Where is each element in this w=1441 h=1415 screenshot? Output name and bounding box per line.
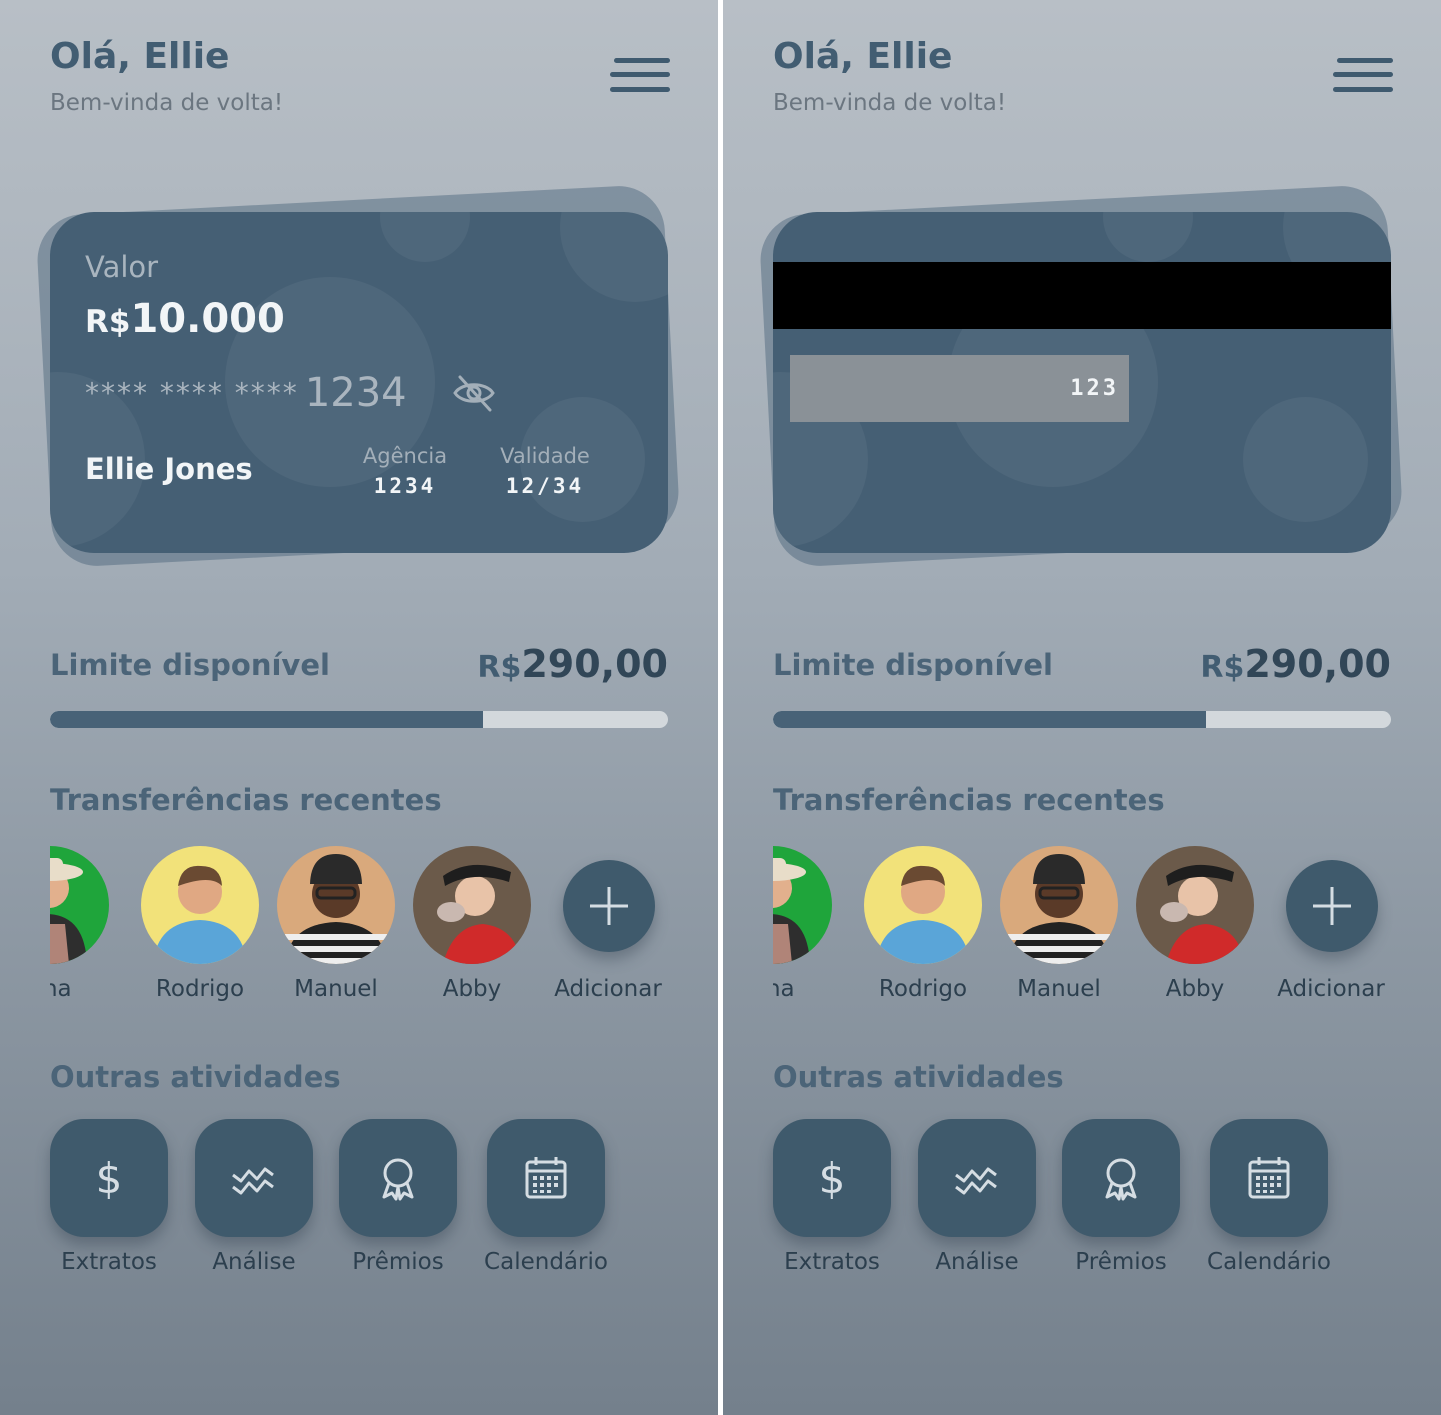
contact-name: Abby bbox=[442, 976, 502, 1002]
activity-label: Calendário bbox=[484, 1249, 608, 1275]
add-contact-label: Adicionar bbox=[1277, 976, 1385, 1002]
credit-card-back[interactable]: 123 bbox=[773, 212, 1391, 553]
avatar bbox=[773, 846, 832, 964]
activity-label: Extratos bbox=[784, 1249, 880, 1275]
contact-name: nna bbox=[773, 976, 795, 1002]
add-contact-label: Adicionar bbox=[554, 976, 662, 1002]
avatar bbox=[864, 846, 982, 964]
limit-progress-fill bbox=[50, 711, 483, 728]
avatar bbox=[1000, 846, 1118, 964]
limit-label: Limite disponível bbox=[773, 648, 1053, 682]
calendar-icon[interactable] bbox=[1210, 1119, 1328, 1237]
contact-name: Abby bbox=[1165, 976, 1225, 1002]
agency-block: Agência 1234 bbox=[350, 444, 460, 498]
calendar-icon[interactable] bbox=[487, 1119, 605, 1237]
contact-name: Manuel bbox=[294, 976, 378, 1002]
contact-manuel[interactable]: Manuel bbox=[989, 846, 1129, 1016]
agency-value: 1234 bbox=[373, 474, 437, 498]
activities-title: Outras atividades bbox=[50, 1060, 341, 1094]
transfers-title: Transferências recentes bbox=[50, 783, 442, 817]
chart-wave-icon[interactable] bbox=[195, 1119, 313, 1237]
greeting: Olá, Ellie bbox=[50, 36, 230, 77]
card-amount: R$10.000 bbox=[85, 296, 285, 342]
transfers-title: Transferências recentes bbox=[773, 783, 1165, 817]
greeting-subtitle: Bem-vinda de volta! bbox=[773, 90, 1007, 116]
limit-progress-bar bbox=[773, 711, 1391, 728]
validity-label: Validade bbox=[500, 444, 590, 468]
limit-progress-bar bbox=[50, 711, 668, 728]
activity-label: Análise bbox=[935, 1249, 1019, 1275]
greeting: Olá, Ellie bbox=[773, 36, 953, 77]
svg-text:$: $ bbox=[96, 1154, 123, 1203]
activities-grid: $ Extratos Análise Prêmios Calendário bbox=[773, 1119, 1413, 1289]
add-contact-button[interactable]: Adicionar bbox=[1261, 846, 1401, 1016]
card-holder-name: Ellie Jones bbox=[85, 452, 253, 486]
plus-icon[interactable] bbox=[1286, 860, 1378, 952]
contact-manuel[interactable]: Manuel bbox=[266, 846, 406, 1016]
validity-value: 12/34 bbox=[505, 474, 585, 498]
cvv-box: 123 bbox=[790, 355, 1129, 422]
activity-label: Calendário bbox=[1207, 1249, 1331, 1275]
activity-label: Extratos bbox=[61, 1249, 157, 1275]
limit-progress-fill bbox=[773, 711, 1206, 728]
menu-icon[interactable] bbox=[608, 58, 670, 98]
limit-label: Limite disponível bbox=[50, 648, 330, 682]
award-icon[interactable] bbox=[339, 1119, 457, 1237]
activity-label: Prêmios bbox=[352, 1249, 444, 1275]
activity-label: Análise bbox=[212, 1249, 296, 1275]
contact-anna[interactable]: nna bbox=[50, 846, 120, 1016]
add-contact-button[interactable]: Adicionar bbox=[538, 846, 678, 1016]
activities-grid: $ Extratos Análise Prêmios Calendário bbox=[50, 1119, 690, 1289]
credit-card-front[interactable]: Valor R$10.000 **** **** **** 1234 Ellie … bbox=[50, 212, 668, 553]
contact-name: nna bbox=[50, 976, 72, 1002]
limit-value: R$290,00 bbox=[477, 642, 668, 686]
validity-block: Validade 12/34 bbox=[490, 444, 600, 498]
contact-rodrigo[interactable]: Rodrigo bbox=[853, 846, 993, 1016]
avatar bbox=[277, 846, 395, 964]
chart-wave-icon[interactable] bbox=[918, 1119, 1036, 1237]
card-number: **** **** **** 1234 bbox=[85, 370, 407, 416]
plus-icon[interactable] bbox=[563, 860, 655, 952]
dollar-icon[interactable]: $ bbox=[50, 1119, 168, 1237]
activities-title: Outras atividades bbox=[773, 1060, 1064, 1094]
limit-value: R$290,00 bbox=[1200, 642, 1391, 686]
screen-card-front: Olá, Ellie Bem-vinda de volta! Valor R$1… bbox=[0, 0, 718, 1415]
greeting-subtitle: Bem-vinda de volta! bbox=[50, 90, 284, 116]
contact-name: Rodrigo bbox=[878, 976, 968, 1002]
card-value-label: Valor bbox=[85, 250, 159, 284]
avatar bbox=[141, 846, 259, 964]
eye-off-icon[interactable] bbox=[452, 374, 496, 412]
activity-label: Prêmios bbox=[1075, 1249, 1167, 1275]
contact-abby[interactable]: Abby bbox=[1125, 846, 1265, 1016]
contact-name: Rodrigo bbox=[155, 976, 245, 1002]
magnetic-stripe bbox=[773, 262, 1391, 329]
svg-text:$: $ bbox=[819, 1154, 846, 1203]
avatar bbox=[1136, 846, 1254, 964]
award-icon[interactable] bbox=[1062, 1119, 1180, 1237]
avatar bbox=[50, 846, 109, 964]
contact-name: Manuel bbox=[1017, 976, 1101, 1002]
menu-icon[interactable] bbox=[1331, 58, 1393, 98]
avatar bbox=[413, 846, 531, 964]
agency-label: Agência bbox=[362, 444, 448, 468]
contacts-carousel[interactable]: nna Rodrigo Manuel Abby Adicionar bbox=[50, 846, 680, 1016]
contacts-carousel[interactable]: nna Rodrigo Manuel Abby Adicionar bbox=[773, 846, 1403, 1016]
screen-card-back: Olá, Ellie Bem-vinda de volta! 123 Limit… bbox=[723, 0, 1441, 1415]
contact-anna[interactable]: nna bbox=[773, 846, 843, 1016]
contact-rodrigo[interactable]: Rodrigo bbox=[130, 846, 270, 1016]
dollar-icon[interactable]: $ bbox=[773, 1119, 891, 1237]
contact-abby[interactable]: Abby bbox=[402, 846, 542, 1016]
